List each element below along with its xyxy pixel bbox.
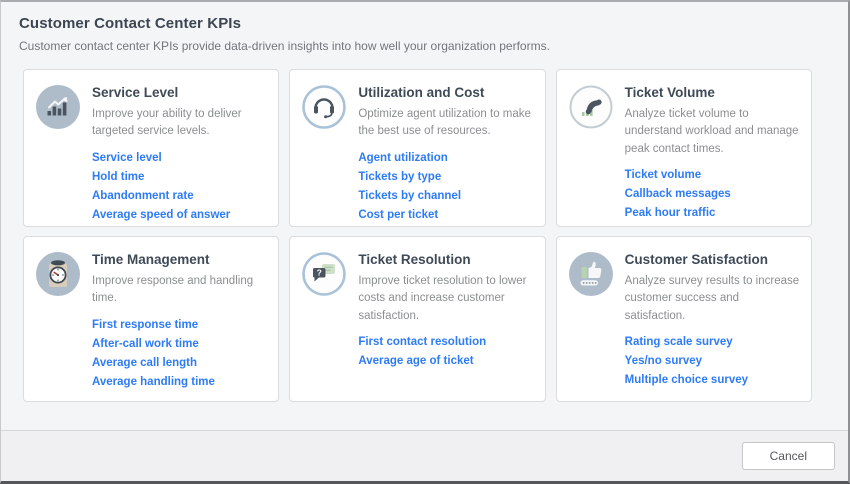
kpi-link-yes-no-survey[interactable]: Yes/no survey [625, 355, 702, 367]
kpi-link-ticket-volume[interactable]: Ticket volume [625, 169, 702, 181]
kpi-link-average-call-length[interactable]: Average call length [92, 357, 197, 369]
kpi-link-first-contact-resolution[interactable]: First contact resolution [358, 336, 486, 348]
thumbs-up-icon [569, 252, 613, 296]
kpi-link-rating-scale-survey[interactable]: Rating scale survey [625, 336, 733, 348]
kpi-card-utilization-and-cost: Utilization and Cost Optimize agent util… [289, 69, 545, 227]
card-description: Analyze ticket volume to understand work… [625, 106, 801, 158]
bar-chart-growth-icon [36, 85, 80, 129]
card-links: First response time After-call work time… [92, 319, 268, 388]
card-links: First contact resolution Average age of … [358, 336, 534, 367]
stopwatch-icon [36, 252, 80, 296]
kpi-card-customer-satisfaction: Customer Satisfaction Analyze survey res… [556, 236, 812, 402]
dialog-header: Customer Contact Center KPIs Customer co… [1, 2, 848, 53]
kpi-link-average-age-of-ticket[interactable]: Average age of ticket [358, 355, 473, 367]
card-title: Ticket Volume [625, 85, 801, 100]
card-links: Ticket volume Callback messages Peak hou… [625, 169, 801, 219]
card-title: Customer Satisfaction [625, 252, 801, 267]
kpi-link-agent-utilization[interactable]: Agent utilization [358, 152, 447, 164]
kpi-link-abandonment-rate[interactable]: Abandonment rate [92, 190, 194, 202]
page-subtitle: Customer contact center KPIs provide dat… [19, 39, 828, 53]
card-links: Service level Hold time Abandonment rate… [92, 152, 268, 221]
card-description: Optimize agent utilization to make the b… [358, 106, 534, 141]
dialog-footer: Cancel [1, 430, 848, 481]
kpi-card-grid: Service Level Improve your ability to de… [23, 69, 812, 402]
svg-text:?: ? [317, 267, 322, 277]
kpi-link-hold-time[interactable]: Hold time [92, 171, 144, 183]
cancel-button[interactable]: Cancel [742, 442, 835, 470]
kpi-card-ticket-resolution: ? Ticket Resolution Improve ticket resol… [289, 236, 545, 402]
kpi-link-multiple-choice-survey[interactable]: Multiple choice survey [625, 374, 748, 386]
card-description: Improve ticket resolution to lower costs… [358, 273, 534, 325]
kpi-card-service-level: Service Level Improve your ability to de… [23, 69, 279, 227]
kpi-card-time-management: Time Management Improve response and han… [23, 236, 279, 402]
card-title: Utilization and Cost [358, 85, 534, 100]
kpi-link-tickets-by-channel[interactable]: Tickets by channel [358, 190, 461, 202]
chat-question-icon: ? [302, 252, 346, 296]
headset-icon [302, 85, 346, 129]
phone-volume-icon [569, 85, 613, 129]
card-links: Agent utilization Tickets by type Ticket… [358, 152, 534, 221]
kpi-link-peak-hour-traffic[interactable]: Peak hour traffic [625, 207, 716, 219]
kpi-link-tickets-by-type[interactable]: Tickets by type [358, 171, 441, 183]
card-title: Service Level [92, 85, 268, 100]
card-description: Improve your ability to deliver targeted… [92, 106, 268, 141]
kpi-link-average-speed-of-answer[interactable]: Average speed of answer [92, 209, 230, 221]
card-description: Improve response and handling time. [92, 273, 268, 308]
kpi-link-callback-messages[interactable]: Callback messages [625, 188, 731, 200]
card-description: Analyze survey results to increase custo… [625, 273, 801, 325]
customer-contact-center-kpis-dialog: Customer Contact Center KPIs Customer co… [0, 0, 850, 484]
kpi-link-cost-per-ticket[interactable]: Cost per ticket [358, 209, 438, 221]
page-title: Customer Contact Center KPIs [19, 15, 828, 32]
card-title: Ticket Resolution [358, 252, 534, 267]
kpi-link-service-level[interactable]: Service level [92, 152, 162, 164]
kpi-link-after-call-work-time[interactable]: After-call work time [92, 338, 199, 350]
kpi-link-first-response-time[interactable]: First response time [92, 319, 198, 331]
kpi-card-ticket-volume: Ticket Volume Analyze ticket volume to u… [556, 69, 812, 227]
kpi-link-average-handling-time[interactable]: Average handling time [92, 376, 215, 388]
card-links: Rating scale survey Yes/no survey Multip… [625, 336, 801, 386]
card-title: Time Management [92, 252, 268, 267]
